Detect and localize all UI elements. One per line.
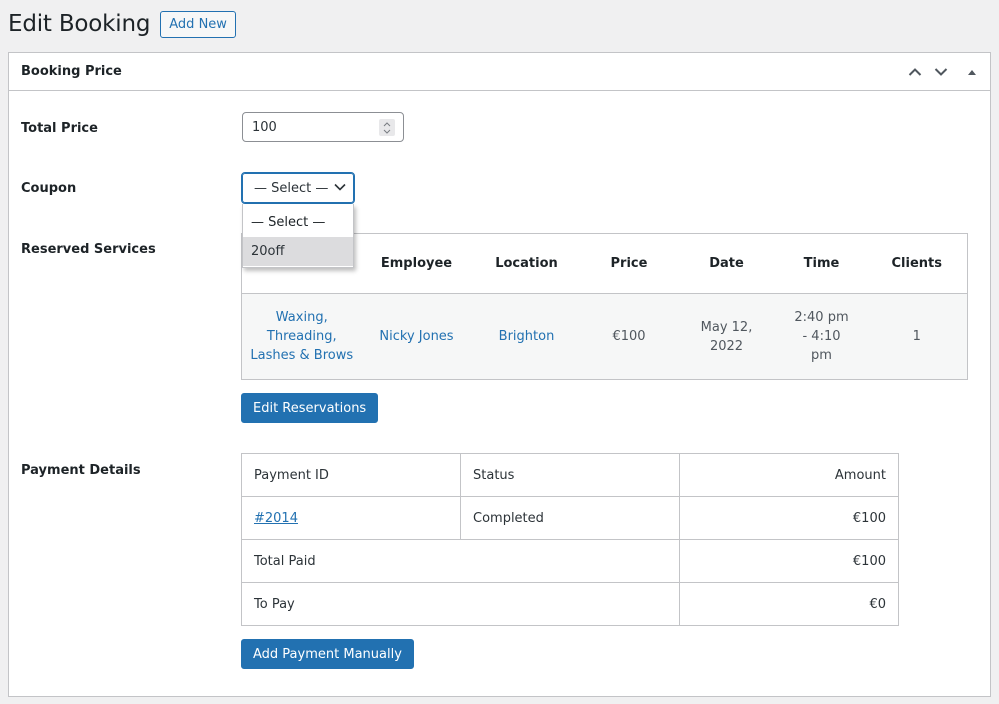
location-cell[interactable]: Brighton [471,293,582,380]
total-paid-label: Total Paid [241,539,680,583]
clients-cell: 1 [866,293,968,380]
column-header-status: Status [460,453,680,497]
page-title: Edit Booking [8,11,151,37]
total-price-input[interactable]: 100 [242,112,404,142]
total-price-value: 100 [252,119,277,135]
booking-price-metabox: Booking Price Total Price 100 Coupon — S… [8,52,991,697]
to-pay-value: €0 [679,582,899,626]
payment-details-label: Payment Details [21,463,141,478]
reserved-services-label: Reserved Services [21,242,156,257]
column-header-location: Location [471,233,582,294]
chevron-up-icon [908,67,922,76]
coupon-option[interactable]: — Select — [243,208,353,237]
payment-details-table: Payment ID Status Amount #2014 Completed… [241,453,899,626]
column-header-date: Date [676,233,777,294]
payment-amount-cell: €100 [679,496,899,540]
coupon-select[interactable]: — Select — [241,172,355,204]
price-cell: €100 [581,293,677,380]
toggle-panel-button[interactable] [954,54,990,90]
service-cell[interactable]: Waxing, Threading, Lashes & Brows [241,293,362,380]
total-paid-value: €100 [679,539,899,583]
move-down-button[interactable] [928,54,954,90]
coupon-dropdown: — Select — 20off [242,204,354,268]
triangle-up-icon [968,69,976,75]
table-header-row: Payment ID Status Amount [241,453,899,497]
column-header-amount: Amount [679,453,899,497]
edit-reservations-button[interactable]: Edit Reservations [241,393,379,423]
metabox-title: Booking Price [21,64,122,79]
coupon-option[interactable]: 20off [243,237,353,266]
table-row: #2014 Completed €100 [241,496,899,540]
column-header-employee: Employee [361,233,472,294]
chevron-down-icon [934,67,948,76]
to-pay-row: To Pay €0 [241,582,899,626]
number-spinner[interactable] [379,119,395,136]
column-header-price: Price [581,233,677,294]
time-cell: 2:40 pm - 4:10 pm [776,293,867,380]
metabox-handle-actions [902,53,990,90]
coupon-label: Coupon [21,181,77,196]
add-new-button[interactable]: Add New [160,10,236,38]
coupon-selected-value: — Select — [254,180,329,196]
to-pay-label: To Pay [241,582,680,626]
table-row: Waxing, Threading, Lashes & Brows Nicky … [241,293,968,380]
metabox-header: Booking Price [9,53,990,91]
column-header-payment-id: Payment ID [241,453,461,497]
payment-id-cell: #2014 [241,496,461,540]
column-header-clients: Clients [866,233,968,294]
total-paid-row: Total Paid €100 [241,539,899,583]
payment-id-link[interactable]: #2014 [254,511,298,526]
add-payment-manually-button[interactable]: Add Payment Manually [241,639,414,669]
spinner-down-icon [383,129,391,134]
spinner-up-icon [383,121,391,126]
date-cell: May 12, 2022 [676,293,777,380]
payment-status-cell: Completed [460,496,680,540]
page-header: Edit Booking Add New [8,8,236,40]
total-price-label: Total Price [21,121,98,136]
chevron-down-icon [334,183,346,191]
move-up-button[interactable] [902,54,928,90]
column-header-time: Time [776,233,867,294]
employee-cell[interactable]: Nicky Jones [361,293,472,380]
